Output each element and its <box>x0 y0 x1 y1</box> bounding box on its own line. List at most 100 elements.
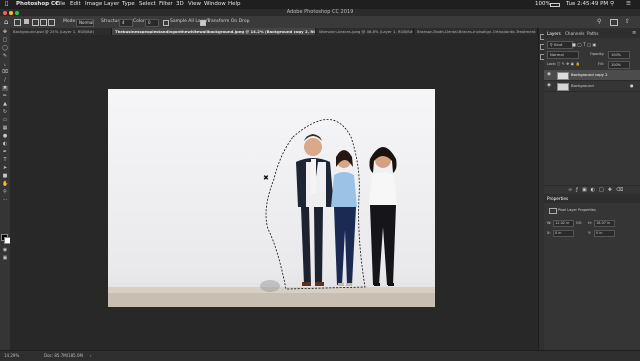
transform-on-drop-checkbox[interactable] <box>200 20 206 26</box>
window-title-bar: Adobe Photoshop CC 2019 <box>0 9 640 16</box>
color-select[interactable]: 0 <box>145 19 159 27</box>
add-mask-icon[interactable]: ▣ <box>582 187 591 193</box>
adjustment-layer-icon[interactable]: ◐ <box>591 187 599 193</box>
layer-thumbnail <box>557 72 569 80</box>
minimize-window-icon[interactable] <box>9 10 13 15</box>
x-field[interactable]: 0 in <box>553 230 574 237</box>
tab-layers[interactable]: Layers <box>547 31 561 36</box>
fill-field[interactable]: 100% <box>608 61 630 69</box>
eyedropper-tool-icon[interactable]: ∕ <box>2 78 8 83</box>
apple-icon[interactable]:  <box>5 0 8 9</box>
menu-edit[interactable]: Edit <box>70 0 81 9</box>
intersect-selection-icon[interactable] <box>48 19 55 26</box>
menu-file[interactable]: File <box>56 0 65 9</box>
zoom-tool-icon[interactable]: ⚲ <box>2 190 8 195</box>
tab-channels[interactable]: Channels <box>565 31 584 36</box>
hand-tool-icon[interactable]: ✋ <box>2 182 8 187</box>
close-window-icon[interactable] <box>3 10 7 15</box>
layer-row[interactable]: ◉ Background ● <box>544 81 640 92</box>
new-group-icon[interactable]: □ <box>599 187 608 193</box>
brush-tool-icon[interactable]: ✏ <box>2 94 8 99</box>
search-icon[interactable]: ⚲ <box>597 16 601 28</box>
type-tool-icon[interactable]: T <box>2 158 8 163</box>
tab-woman-braces[interactable]: Womanin-braces.jpeg @ 46.8% (Layer 1, RG… <box>316 28 414 35</box>
move-tool-icon[interactable]: ✥ <box>2 30 8 35</box>
layer-kind-filter[interactable]: ⚲ Kind <box>547 41 573 49</box>
new-selection-icon[interactable] <box>24 19 29 24</box>
width-label: W: <box>547 221 552 225</box>
clone-stamp-tool-icon[interactable]: ▲ <box>2 102 8 107</box>
pen-tool-icon[interactable]: ✒ <box>2 150 8 155</box>
menu-image[interactable]: Image <box>85 0 102 9</box>
fill-label: Fill: <box>598 62 604 66</box>
menu-3d[interactable]: 3D <box>176 0 184 9</box>
link-layers-icon[interactable]: ∞ <box>568 187 576 193</box>
mode-select[interactable]: Normal <box>76 19 94 27</box>
opacity-field[interactable]: 100% <box>608 51 630 59</box>
share-icon[interactable]: ⇧ <box>625 16 630 28</box>
quick-mask-icon[interactable]: ◉ <box>2 248 8 253</box>
tab-active-document[interactable]: Thebusinesspeoplestandingonthewhitewallb… <box>112 28 316 35</box>
document-photo[interactable]: ✖ <box>108 89 435 307</box>
home-icon[interactable]: ⌂ <box>4 16 8 28</box>
width-field[interactable]: 12.02 in <box>553 220 574 227</box>
content-aware-move-tool-icon-active[interactable]: ✖ <box>2 86 8 91</box>
tab-braces-treatment[interactable]: Braeson-Tooth-Dental-Braces-Invisalign-O… <box>414 28 538 35</box>
blur-tool-icon[interactable]: ● <box>2 134 8 139</box>
notification-center-icon[interactable]: ☰ <box>626 0 631 9</box>
delete-layer-icon[interactable]: ⌫ <box>616 187 627 193</box>
rectangle-tool-icon[interactable]: ■ <box>2 174 8 179</box>
mac-menubar:  Photoshop CC File Edit Image Layer Typ… <box>0 0 640 9</box>
eraser-tool-icon[interactable]: ▭ <box>2 118 8 123</box>
clock: Tue 2:45:49 PM <box>566 1 609 7</box>
height-field[interactable]: 16.07 in <box>594 220 615 227</box>
menu-help[interactable]: Help <box>228 0 241 9</box>
history-brush-tool-icon[interactable]: ↻ <box>2 110 8 115</box>
menu-select[interactable]: Select <box>139 0 156 9</box>
spotlight-search-icon[interactable]: ⚲ <box>610 0 614 9</box>
workspace-icon[interactable] <box>610 19 618 26</box>
path-selection-tool-icon[interactable]: ➤ <box>2 166 8 171</box>
more-tools-icon[interactable]: ⋯ <box>2 198 8 203</box>
panel-menu-icon[interactable]: ≡ <box>632 30 636 36</box>
svg-text:✖: ✖ <box>263 174 269 182</box>
quick-selection-tool-icon[interactable]: ✎ <box>2 54 8 59</box>
content-aware-move-tool-icon[interactable] <box>14 19 21 26</box>
layer-name: Background <box>571 83 594 88</box>
layer-actions-bar: ∞ƒ▣◐□✚⌫ <box>544 185 640 193</box>
dodge-tool-icon[interactable]: ◐ <box>2 142 8 147</box>
zoom-window-icon[interactable] <box>15 10 19 15</box>
kind-label: Kind <box>554 42 563 47</box>
lasso-tool-icon[interactable]: ◯ <box>2 46 8 51</box>
new-layer-icon[interactable]: ✚ <box>608 187 616 193</box>
y-field[interactable]: 0 in <box>594 230 615 237</box>
layer-filter-icons[interactable]: ■◯T□▣ <box>572 42 598 47</box>
menu-filter[interactable]: Filter <box>159 0 173 9</box>
menu-app-name[interactable]: Photoshop CC <box>16 0 59 9</box>
add-to-selection-icon[interactable] <box>32 19 39 26</box>
frame-tool-icon[interactable]: ⌧ <box>2 70 8 75</box>
height-label: H: <box>588 221 592 225</box>
screen-mode-icon[interactable]: ▣ <box>2 256 8 261</box>
tab-paths[interactable]: Paths <box>587 31 598 36</box>
menu-view[interactable]: View <box>188 0 201 9</box>
layer-thumbnail <box>557 83 569 91</box>
tab-background-psd[interactable]: Background.psd @ 25% (Layer 1, RGB/8#) <box>10 28 112 35</box>
lock-icons[interactable]: □✎✥▣🔒 <box>557 62 581 66</box>
visibility-eye-icon[interactable]: ◉ <box>547 70 551 80</box>
gradient-tool-icon[interactable]: ▦ <box>2 126 8 131</box>
layer-row[interactable]: ◉ Background copy 2 <box>544 70 640 81</box>
subtract-selection-icon[interactable] <box>40 19 47 26</box>
lock-label: Lock: <box>547 62 557 66</box>
menu-window[interactable]: Window <box>204 0 226 9</box>
properties-title: Properties <box>547 196 569 201</box>
sample-all-layers-checkbox[interactable] <box>163 20 169 26</box>
crop-tool-icon[interactable]: ⌞ <box>2 62 8 67</box>
link-dimensions-go[interactable]: GO <box>576 221 581 225</box>
menu-type[interactable]: Type <box>122 0 135 9</box>
menu-layer[interactable]: Layer <box>104 0 119 9</box>
visibility-eye-icon[interactable]: ◉ <box>547 81 551 91</box>
blend-mode-select[interactable]: Normal <box>547 51 579 59</box>
marquee-tool-icon[interactable]: □ <box>2 38 8 43</box>
structure-select[interactable]: 4 <box>119 19 133 27</box>
